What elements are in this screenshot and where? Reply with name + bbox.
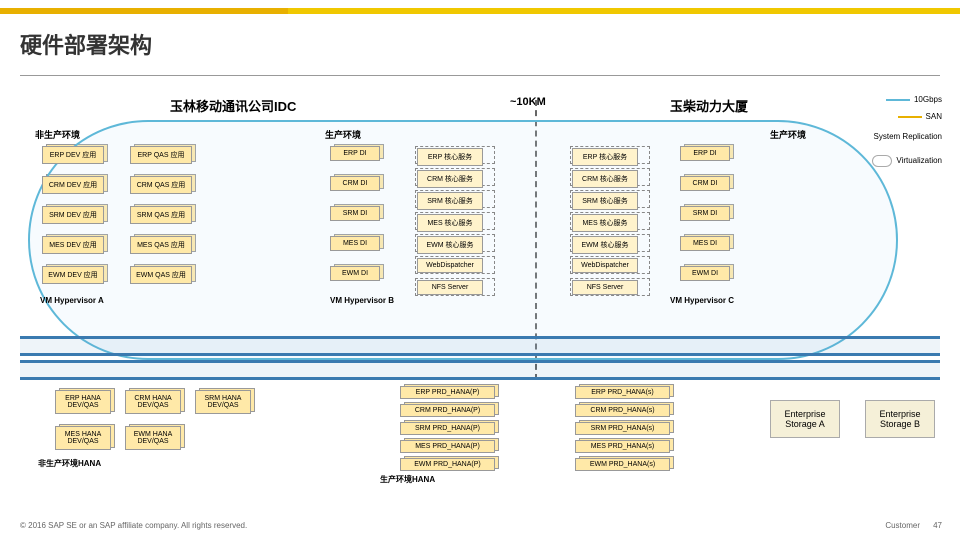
page-number: 47 [933,521,942,530]
storage-b: Enterprise Storage B [865,400,935,438]
phana-label: 生产环境HANA [380,474,435,485]
storage-a: Enterprise Storage A [770,400,840,438]
hana-prd: MES PRD_HANA(P) [400,440,495,453]
np-box: MES QAS 应用 [130,236,192,254]
hana-box: SRM HANA DEV/QAS [195,390,251,414]
svc-box: CRM 核心服务 [570,168,650,186]
hypervisor-a: VM Hypervisor A [40,296,104,305]
np-box: CRM DEV 应用 [42,176,104,194]
svc-box: EWM 核心服务 [570,234,650,252]
np-box: SRM QAS 应用 [130,206,192,224]
network-band [20,360,940,380]
legend-10gbps: 10Gbps [886,95,942,104]
distance-label: ~10KM [510,96,546,108]
hypervisor-b: VM Hypervisor B [330,296,394,305]
di-box: CRM DI [330,176,380,191]
legend-sysrep: System Replication [874,132,942,141]
hypervisor-c: VM Hypervisor C [670,296,734,305]
np-box: EWM DEV 应用 [42,266,104,284]
copyright: © 2016 SAP SE or an SAP affiliate compan… [20,521,247,530]
customer-label: Customer [885,521,920,530]
gold-bar [0,8,960,14]
hana-prd: EWM PRD_HANA(s) [575,458,670,471]
di-box: MES DI [680,236,730,251]
datacenter-a-label: 玉林移动通讯公司IDC [170,96,296,115]
np-box: SRM DEV 应用 [42,206,104,224]
hana-prd: SRM PRD_HANA(P) [400,422,495,435]
svc-box: SRM 核心服务 [570,190,650,208]
di-box: MES DI [330,236,380,251]
np-box: CRM QAS 应用 [130,176,192,194]
svc-box: WebDispatcher [415,256,495,274]
di-box: SRM DI [330,206,380,221]
hana-prd: MES PRD_HANA(s) [575,440,670,453]
np-box: ERP DEV 应用 [42,146,104,164]
network-band [20,336,940,356]
svc-box: EWM 核心服务 [415,234,495,252]
np-box: ERP QAS 应用 [130,146,192,164]
nonprod-label: 非生产环境 [35,128,80,141]
svc-box: ERP 核心服务 [415,146,495,164]
svc-box: SRM 核心服务 [415,190,495,208]
svc-box: CRM 核心服务 [415,168,495,186]
di-box: EWM DI [680,266,730,281]
di-box: ERP DI [330,146,380,161]
di-box: SRM DI [680,206,730,221]
svc-box: NFS Server [570,278,650,296]
hana-box: CRM HANA DEV/QAS [125,390,181,414]
divider [20,75,940,76]
page-title: 硬件部署架构 [20,28,152,60]
nphana-label: 非生产环境HANA [38,458,101,469]
hana-prd: ERP PRD_HANA(P) [400,386,495,399]
hana-prd: ERP PRD_HANA(s) [575,386,670,399]
datacenter-b-label: 玉柴动力大厦 [670,96,748,115]
hana-prd: CRM PRD_HANA(s) [575,404,670,417]
np-box: MES DEV 应用 [42,236,104,254]
hana-prd: CRM PRD_HANA(P) [400,404,495,417]
legend-san: SAN [898,112,942,121]
hana-box: ERP HANA DEV/QAS [55,390,111,414]
svc-box: MES 核心服务 [570,212,650,230]
legend-virt: Virtualization [872,155,942,167]
di-box: ERP DI [680,146,730,161]
svc-box: MES 核心服务 [415,212,495,230]
svc-box: ERP 核心服务 [570,146,650,164]
prod-b-label: 生产环境 [770,128,806,141]
np-box: EWM QAS 应用 [130,266,192,284]
hana-prd: EWM PRD_HANA(P) [400,458,495,471]
svc-box: WebDispatcher [570,256,650,274]
hana-box: EWM HANA DEV/QAS [125,426,181,450]
di-box: CRM DI [680,176,730,191]
prod-a-label: 生产环境 [325,128,361,141]
svc-box: NFS Server [415,278,495,296]
di-box: EWM DI [330,266,380,281]
hana-prd: SRM PRD_HANA(s) [575,422,670,435]
hana-box: MES HANA DEV/QAS [55,426,111,450]
